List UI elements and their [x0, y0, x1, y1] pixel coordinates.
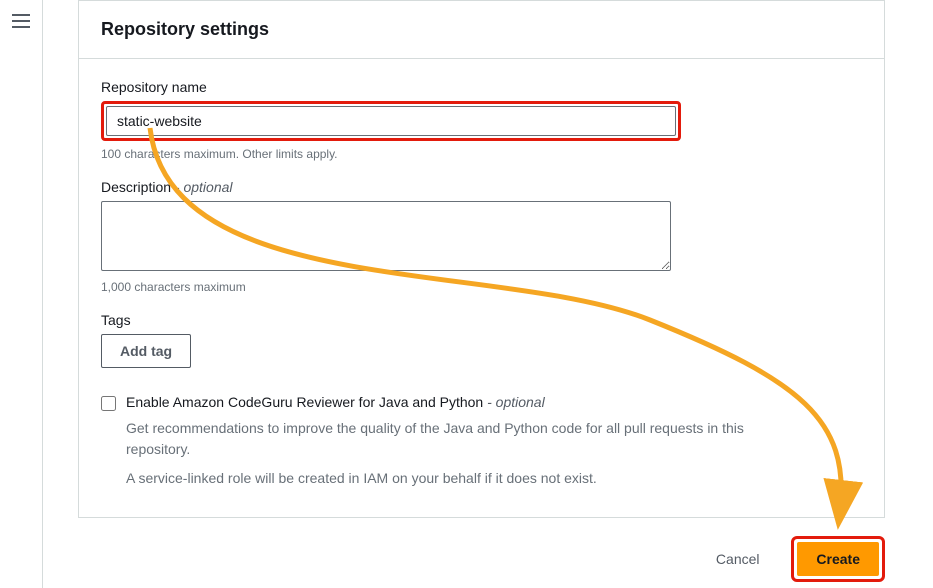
sidebar-divider — [42, 0, 43, 588]
repository-name-input[interactable] — [106, 106, 676, 136]
page-content: Repository settings Repository name 100 … — [78, 0, 885, 582]
codeguru-desc-2: A service-linked role will be created in… — [126, 468, 786, 489]
add-tag-button[interactable]: Add tag — [101, 334, 191, 368]
action-bar: Cancel Create — [78, 536, 885, 582]
create-button-highlight: Create — [791, 536, 885, 582]
codeguru-label: Enable Amazon CodeGuru Reviewer for Java… — [126, 394, 786, 410]
page-title: Repository settings — [101, 19, 862, 40]
description-optional: - optional — [175, 179, 233, 195]
tags-field: Tags Add tag — [101, 312, 862, 368]
repository-name-label: Repository name — [101, 79, 862, 95]
repository-name-field: Repository name 100 characters maximum. … — [101, 79, 862, 161]
codeguru-row: Enable Amazon CodeGuru Reviewer for Java… — [101, 394, 862, 489]
codeguru-checkbox[interactable] — [101, 396, 116, 411]
codeguru-desc-1: Get recommendations to improve the quali… — [126, 418, 786, 460]
tags-label: Tags — [101, 312, 862, 328]
repository-settings-panel: Repository settings Repository name 100 … — [78, 0, 885, 518]
panel-header: Repository settings — [79, 1, 884, 59]
codeguru-optional: - optional — [487, 394, 545, 410]
hamburger-menu-icon[interactable] — [12, 14, 30, 28]
cancel-button[interactable]: Cancel — [698, 543, 778, 575]
description-label: Description - optional — [101, 179, 862, 195]
description-textarea[interactable] — [101, 201, 671, 271]
repository-name-hint: 100 characters maximum. Other limits app… — [101, 147, 862, 161]
description-hint: 1,000 characters maximum — [101, 280, 862, 294]
repository-name-highlight — [101, 101, 681, 141]
create-button[interactable]: Create — [797, 542, 879, 576]
description-field: Description - optional 1,000 characters … — [101, 179, 862, 294]
